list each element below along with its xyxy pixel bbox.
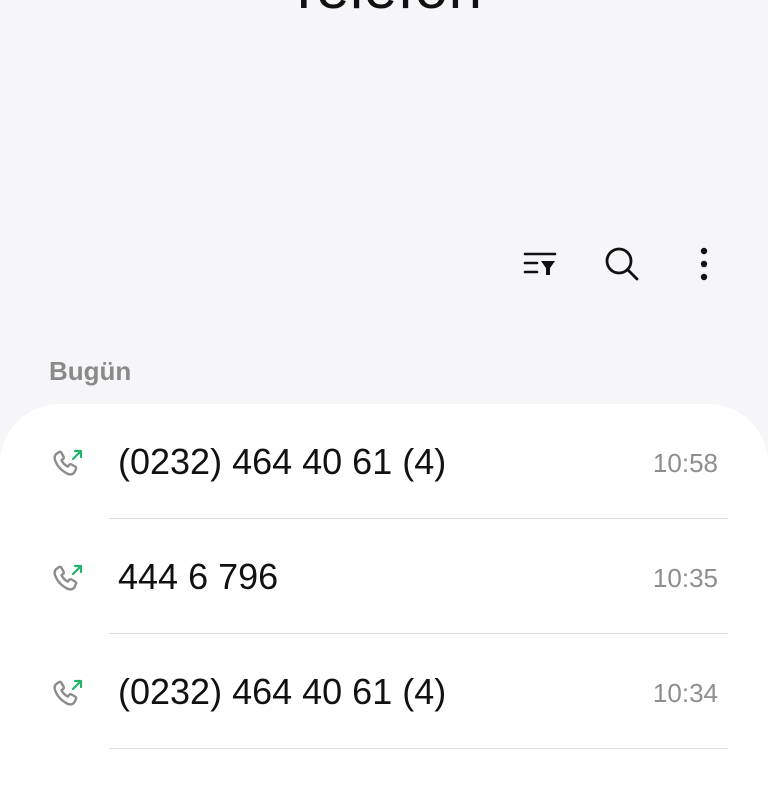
- more-options-button[interactable]: [680, 240, 728, 288]
- outgoing-call-icon: [53, 564, 83, 591]
- call-time: 10:35: [652, 563, 718, 593]
- search-icon: [605, 247, 639, 281]
- toolbar: [516, 238, 728, 290]
- call-number: 444 6 796: [118, 556, 279, 597]
- call-time: 10:58: [652, 448, 718, 478]
- search-button[interactable]: [598, 240, 646, 288]
- call-time: 10:34: [652, 678, 718, 708]
- filter-button[interactable]: [516, 240, 564, 288]
- call-log-item[interactable]: 444 6 796 10:35: [0, 519, 768, 634]
- outgoing-call-icon: [53, 449, 83, 476]
- call-number: (0232) 464 40 61 (4): [118, 671, 447, 712]
- outgoing-call-icon: [53, 679, 83, 706]
- call-log-item[interactable]: (0232) 464 40 61 (4) 10:34: [0, 634, 768, 749]
- section-header-today: Bugün: [49, 356, 132, 386]
- call-log-item[interactable]: (0232) 464 40 61 (4) 10:58: [0, 404, 768, 519]
- filter-list-icon: [523, 252, 557, 275]
- app-title: Telefon: [0, 0, 768, 18]
- call-number: (0232) 464 40 61 (4): [118, 441, 447, 482]
- call-log-list: (0232) 464 40 61 (4) 10:58 444 6 796 10:…: [0, 404, 768, 804]
- more-vertical-icon: [700, 247, 708, 281]
- divider: [109, 747, 728, 749]
